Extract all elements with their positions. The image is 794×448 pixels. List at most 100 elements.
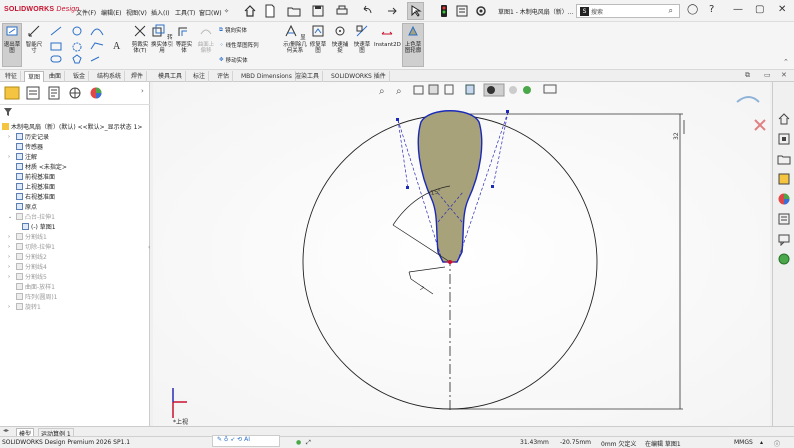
tab-evaluate[interactable]: 评估 — [214, 71, 234, 82]
undo-icon[interactable] — [360, 4, 374, 18]
expand-arrow-icon[interactable]: › — [8, 274, 14, 280]
custom-properties-icon[interactable] — [777, 212, 791, 226]
traffic-light-icon[interactable] — [437, 4, 451, 18]
forum-icon[interactable] — [777, 232, 791, 246]
open-folder-icon[interactable] — [287, 4, 301, 18]
sketch-ink-toolbar[interactable]: ✎ ♁ ➶ ⟲ AI — [212, 435, 280, 447]
tree-item[interactable]: › 分割线4 — [8, 262, 47, 271]
restore-down-icon[interactable]: ⧉ — [745, 71, 750, 80]
panel-expand-icon[interactable]: › — [141, 87, 144, 95]
expand-arrow-icon[interactable]: ⌄ — [8, 214, 14, 220]
tree-item[interactable]: 前视基准面 — [8, 172, 55, 181]
tab-structure-system[interactable]: 结构系统 — [94, 71, 126, 82]
tree-item[interactable]: › 历史记录 — [8, 132, 49, 141]
tab-sheet-metal[interactable]: 钣金 — [70, 71, 90, 82]
expand-arrow-icon[interactable]: › — [8, 154, 14, 160]
instant2d-button[interactable]: Instant2D — [374, 24, 401, 48]
tree-item[interactable]: 上视基准面 — [8, 182, 55, 191]
help-icon[interactable]: ? — [709, 4, 714, 15]
expand-arrow-icon[interactable]: › — [8, 234, 14, 240]
tab-annotation[interactable]: 标注 — [190, 71, 210, 82]
menu-window[interactable]: 窗口(W) — [199, 8, 222, 17]
appearances-icon[interactable] — [777, 192, 791, 206]
expand-arrow-icon[interactable]: › — [8, 134, 14, 140]
tree-item[interactable]: ⌄ 凸台-拉伸1 — [8, 212, 55, 221]
offset-entities-button[interactable]: 等距实体 — [174, 24, 194, 55]
menu-file[interactable]: 文件(F) — [76, 8, 96, 17]
solidworks-resources-icon[interactable] — [777, 112, 791, 126]
linear-pattern-button[interactable]: ⁘ 线性草图阵列 — [219, 41, 259, 49]
quick-snaps-button[interactable]: 快速捕捉 — [330, 24, 350, 55]
tree-item[interactable]: › 切除-拉伸1 — [8, 242, 55, 251]
rebuild-icon[interactable] — [385, 4, 399, 18]
tree-root-part[interactable]: 木制电风扇（新）(默认) <<默认>_显示状态 1> — [2, 122, 142, 131]
repair-sketch-button[interactable]: 修复草图 — [308, 24, 328, 55]
scroll-icon[interactable]: ⤢ — [306, 439, 311, 447]
tree-item[interactable]: 原点 — [8, 202, 37, 211]
tab-sketch[interactable]: 草图 — [24, 71, 45, 82]
shaded-sketch-contours-button[interactable]: 上色草图轮廓 — [402, 23, 424, 67]
tree-item[interactable]: › 分割线5 — [8, 272, 47, 281]
display-relations-button[interactable]: 显示/删除几何关系 — [283, 24, 307, 55]
tab-mbd-dimensions[interactable]: MBD Dimensions — [238, 71, 296, 82]
tabs-scroll-left-icon[interactable]: ◂▸ — [3, 427, 9, 434]
tab-mold-tools[interactable]: 模具工具 — [155, 71, 187, 82]
file-properties-icon[interactable] — [455, 4, 469, 18]
tree-item[interactable]: 曲面-放样1 — [8, 282, 55, 291]
design-library-icon[interactable] — [777, 132, 791, 146]
user-icon[interactable]: ◯ — [687, 4, 698, 15]
tree-item[interactable]: › 分割线1 — [8, 232, 47, 241]
new-document-icon[interactable] — [263, 4, 277, 18]
search-icon[interactable]: ⌕ — [669, 6, 673, 16]
close-icon[interactable]: ✕ — [778, 4, 786, 15]
smart-dimension-button[interactable]: 智能尺寸 — [24, 24, 44, 55]
sketch-view[interactable]: ⌕ ⌕ 32 15° 7 *上视 — [153, 82, 770, 426]
menu-tools[interactable]: 工具(T) — [175, 8, 195, 17]
tree-item[interactable]: › 注解 — [8, 152, 37, 161]
mirror-entities-button[interactable]: ⧉ 镜向实体 — [219, 26, 247, 35]
view-palette-icon[interactable] — [777, 172, 791, 186]
search-input[interactable]: S 搜索 ⌕ — [576, 4, 680, 18]
pin-icon[interactable]: ✧ — [224, 8, 229, 15]
expand-arrow-icon[interactable]: › — [8, 244, 14, 250]
home-icon[interactable] — [243, 4, 257, 18]
print-icon[interactable] — [335, 4, 349, 18]
menu-insert[interactable]: 插入(I) — [151, 8, 169, 17]
expand-arrow-icon[interactable]: › — [8, 304, 14, 310]
feature-manager-tab-icon[interactable] — [4, 86, 20, 100]
partners-icon[interactable] — [777, 252, 791, 266]
save-icon[interactable] — [311, 4, 325, 18]
tree-item[interactable]: 阵列(圆周)1 — [8, 292, 58, 301]
tree-item[interactable]: › 分割线2 — [8, 252, 47, 261]
unit-system-selector[interactable]: MMGS — [734, 439, 753, 446]
move-entities-button[interactable]: ✥ 移动实体 — [219, 56, 248, 64]
tree-item[interactable]: 材质 <未指定> — [8, 162, 67, 171]
filter-icon[interactable] — [4, 108, 12, 116]
tree-item[interactable]: › 旋转1 — [8, 302, 41, 311]
rapid-sketch-button[interactable]: 快速草图 — [352, 24, 372, 55]
convert-entities-button[interactable]: 转换实体引用 — [151, 24, 173, 55]
maximize-icon[interactable]: ▢ — [755, 4, 764, 15]
tab-surfaces[interactable]: 曲面 — [46, 71, 66, 82]
ribbon-collapse-icon[interactable]: ⌃ — [783, 58, 789, 66]
expand-arrow-icon[interactable]: › — [8, 254, 14, 260]
graphics-area[interactable]: ⌕ ⌕ 32 15° 7 *上视 — [153, 82, 770, 426]
panel-splitter-handle[interactable]: ‹ — [148, 244, 150, 251]
tree-item[interactable]: (-) 草图1 — [14, 222, 56, 231]
tab-weldments[interactable]: 焊件 — [128, 71, 148, 82]
offset-on-surface-button[interactable]: 曲面上偏移 — [196, 24, 216, 55]
tab-render-tools[interactable]: 渲染工具 — [292, 71, 324, 82]
options-gear-icon[interactable] — [474, 4, 488, 18]
tab-solidworks-addins[interactable]: SOLIDWORKS 插件 — [328, 71, 390, 82]
menu-edit[interactable]: 编辑(E) — [101, 8, 121, 17]
exit-sketch-button[interactable]: 退出草图 — [2, 23, 22, 67]
dimxpert-tab-icon[interactable] — [67, 86, 83, 100]
tree-item[interactable]: 传感器 — [8, 142, 43, 151]
expand-arrow-icon[interactable]: › — [8, 264, 14, 270]
minimize-icon[interactable]: — — [733, 4, 743, 15]
property-manager-tab-icon[interactable] — [25, 86, 41, 100]
units-dropdown-icon[interactable]: ▴ — [760, 439, 763, 446]
tab-features[interactable]: 特征 — [2, 71, 22, 82]
dimension-right[interactable]: 32 — [673, 132, 680, 140]
display-manager-tab-icon[interactable] — [88, 86, 104, 100]
